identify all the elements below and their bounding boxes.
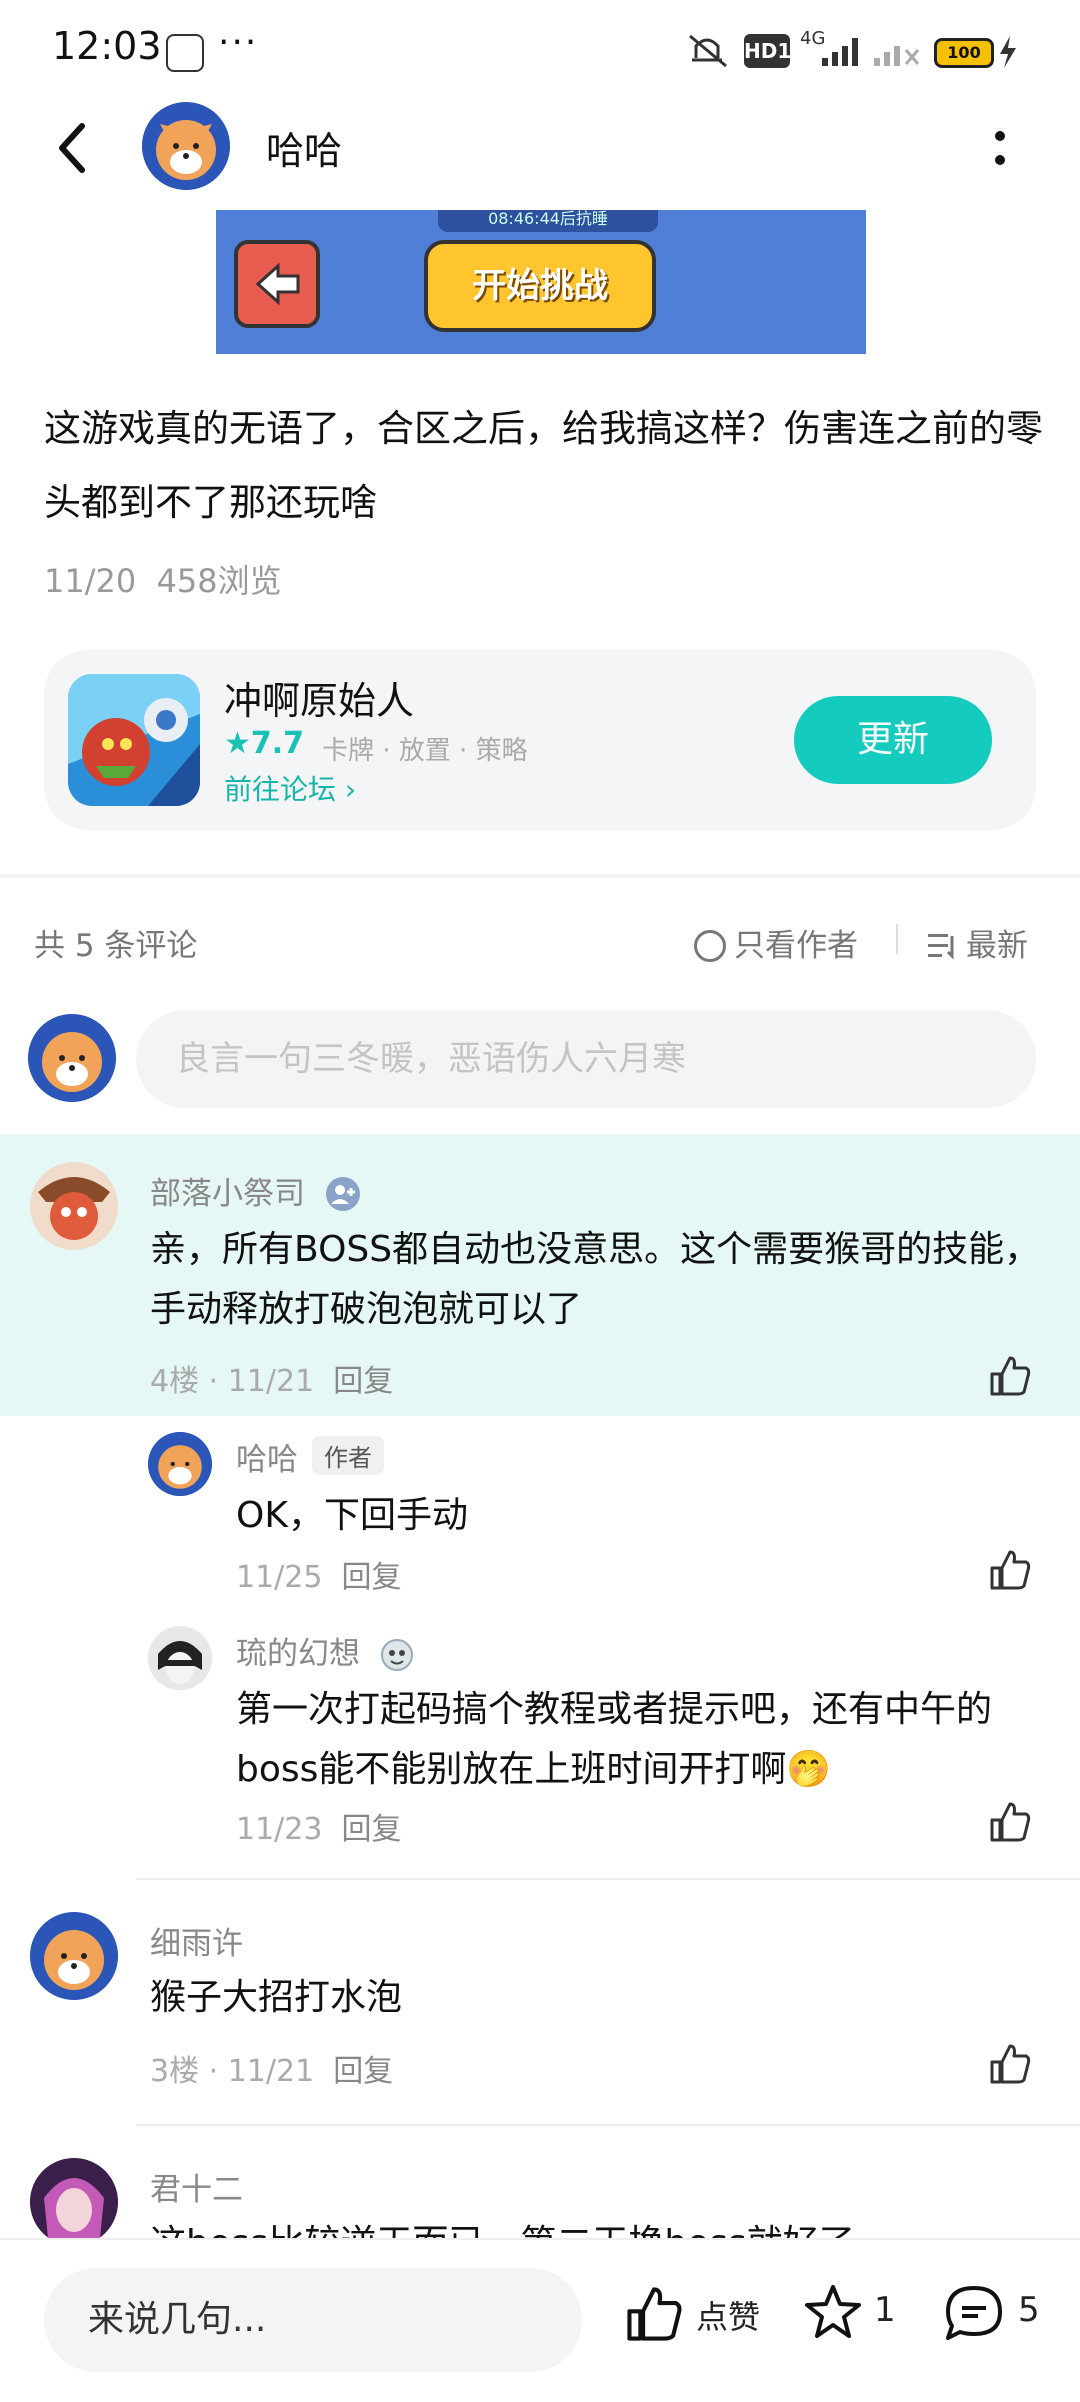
reply-text: OK，下回手动 — [236, 1495, 468, 1536]
game-tags: 卡牌 · 放置 · 策略 — [322, 736, 528, 766]
sort-icon — [928, 934, 954, 960]
reply-button[interactable]: 回复 — [342, 1560, 402, 1595]
more-options-icon[interactable] — [990, 126, 1010, 172]
author-tag: 作者 — [312, 1436, 384, 1475]
game-card[interactable]: 冲啊原始人 ★7.7 卡牌 · 放置 · 策略 前往论坛 › 更新 — [44, 650, 1036, 830]
comment-meta: 4楼 · 11/21 回复 — [150, 1356, 393, 1400]
status-time: 12:03 — [52, 24, 162, 68]
divider — [896, 924, 898, 954]
status-bar: 12:03 ··· HD1 4G 100 — [0, 0, 1080, 100]
post-views: 458浏览 — [156, 562, 282, 600]
comment-text: 猴子大招打水泡 — [150, 1977, 403, 2018]
like-icon[interactable] — [624, 2284, 684, 2344]
comment-author[interactable]: 部落小祭司 — [150, 1168, 361, 1213]
post-meta: 11/20 458浏览 — [44, 556, 282, 602]
only-author-toggle[interactable]: 只看作者 — [694, 920, 858, 965]
reply-meta: 11/23 回复 — [236, 1804, 402, 1848]
comment-avatar[interactable] — [30, 2158, 118, 2246]
comment-icon[interactable] — [942, 2282, 1006, 2344]
comment-avatar[interactable] — [30, 1162, 118, 1250]
post-date: 11/20 — [44, 562, 137, 600]
author-avatar[interactable] — [142, 102, 230, 190]
bottom-bar: 来说几句... 点赞 1 5 — [0, 2238, 1080, 2402]
hd-badge: HD1 — [744, 34, 791, 68]
game-rating: ★7.7 — [224, 726, 305, 761]
like-icon[interactable] — [988, 2042, 1032, 2086]
reply-button[interactable]: 回复 — [333, 2054, 393, 2089]
mute-icon — [689, 34, 727, 68]
user-badge-icon — [380, 1639, 413, 1671]
post-text: 这游戏真的无语了，合区之后，给我搞这样？伤害连之前的零头都到不了那还玩啥 — [44, 407, 1043, 524]
star-icon[interactable] — [802, 2282, 864, 2344]
reply-date: 11/23 — [236, 1812, 323, 1847]
game-name: 冲啊原始人 — [224, 679, 415, 723]
update-button[interactable]: 更新 — [794, 696, 992, 784]
section-divider — [0, 874, 1080, 878]
app-notification-icon — [166, 34, 204, 72]
reply-avatar[interactable] — [148, 1626, 212, 1690]
comment-floor-date: 4楼 · 11/21 — [150, 1364, 315, 1399]
official-badge-icon — [325, 1177, 360, 1211]
reply-author-name: 哈哈 — [236, 1442, 298, 1478]
comment-input[interactable]: 良言一句三冬暖，恶语伤人六月寒 — [136, 1010, 1036, 1108]
page-title: 哈哈 — [266, 129, 343, 173]
comment-avatar[interactable] — [30, 1912, 118, 2000]
game-start-button: 开始挑战 — [424, 240, 656, 332]
reply-author[interactable]: 哈哈 作者 — [236, 1434, 384, 1479]
like-icon[interactable] — [988, 1548, 1032, 1592]
reply-meta: 11/25 回复 — [236, 1552, 402, 1596]
comment-count-bottom: 5 — [1018, 2290, 1040, 2330]
only-author-label: 只看作者 — [734, 928, 858, 964]
reply-button[interactable]: 回复 — [342, 1812, 402, 1847]
sort-label: 最新 — [966, 928, 1028, 964]
signal-2-icon — [874, 46, 920, 66]
back-icon[interactable] — [52, 118, 92, 178]
comment-author-name[interactable]: 细雨许 — [150, 1918, 243, 1963]
comment-author-name: 部落小祭司 — [150, 1176, 305, 1212]
post-image[interactable]: 08:46:44后抗睡 开始挑战 — [216, 210, 866, 354]
game-icon[interactable] — [68, 674, 200, 806]
comment-text: 亲，所有BOSS都自动也没意思。这个需要猴哥的技能，手动释放打破泡泡就可以了 — [150, 1229, 1041, 1330]
reply-author[interactable]: 琉的幻想 — [236, 1628, 414, 1673]
divider — [136, 1878, 1080, 1880]
my-avatar — [28, 1014, 116, 1102]
like-icon[interactable] — [988, 1800, 1032, 1844]
bottom-comment-input[interactable]: 来说几句... — [44, 2268, 582, 2372]
reply-date: 11/25 — [236, 1560, 323, 1595]
divider — [136, 2124, 1080, 2126]
reply-author-name: 琉的幻想 — [236, 1636, 360, 1672]
reply-button[interactable]: 回复 — [333, 1364, 393, 1399]
comment-count: 共 5 条评论 — [34, 928, 198, 964]
comment-meta: 3楼 · 11/21 回复 — [150, 2046, 393, 2090]
forum-link[interactable]: 前往论坛 › — [224, 768, 356, 808]
reply-avatar[interactable] — [148, 1432, 212, 1496]
signal-icon — [822, 38, 858, 66]
reply-text: 第一次打起码搞个教程或者提示吧，还有中午的boss能不能别放在上班时间开打啊🤭 — [236, 1689, 993, 1790]
battery-icon: 100 — [934, 38, 994, 68]
like-label[interactable]: 点赞 — [696, 2292, 760, 2338]
sort-toggle[interactable]: 最新 — [928, 920, 1028, 965]
comment-author-name[interactable]: 君十二 — [150, 2164, 243, 2209]
star-count: 1 — [874, 2290, 896, 2330]
countdown-label: 08:46:44后抗睡 — [438, 210, 658, 232]
game-back-button — [234, 240, 320, 328]
charging-icon — [1000, 36, 1016, 68]
radio-icon — [694, 930, 726, 962]
like-icon[interactable] — [988, 1354, 1032, 1398]
comment-floor-date: 3楼 · 11/21 — [150, 2054, 315, 2089]
status-more-dots: ··· — [218, 22, 259, 63]
